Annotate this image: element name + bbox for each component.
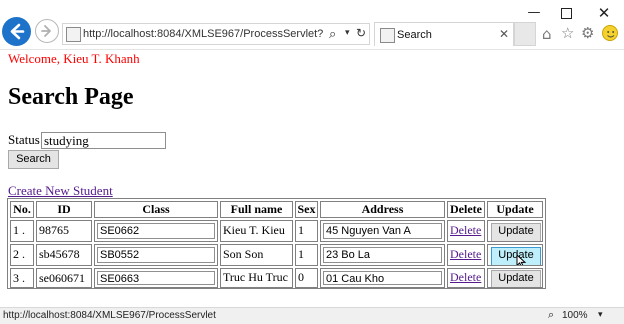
search-icon[interactable]: ⌕ <box>329 26 336 42</box>
search-button[interactable]: Search <box>8 150 59 169</box>
column-header-id: ID <box>36 201 92 218</box>
maximize-icon[interactable] <box>550 0 582 26</box>
table-row-1-id: 98765 <box>36 220 92 242</box>
table-row-1-address-input[interactable]: 45 Nguyen Van A <box>323 223 442 239</box>
zoom-level[interactable]: 100% <box>562 310 588 321</box>
new-tab-button[interactable] <box>514 22 536 46</box>
table-row-3-update-cell: Update <box>487 268 543 288</box>
table-row-2-no: 2 . <box>10 244 34 266</box>
column-header-address: Address <box>320 201 445 218</box>
page-title: Search Page <box>8 84 134 110</box>
forward-button[interactable] <box>35 19 59 43</box>
column-header-delete: Delete <box>447 201 485 218</box>
table-row-2-address-input[interactable]: 23 Bo La <box>323 247 442 263</box>
table-row-3-delete-cell: Delete <box>447 268 485 288</box>
address-bar[interactable]: http://localhost:8084/XMLSE967/ProcessSe… <box>62 23 370 45</box>
table-row-1-no: 1 . <box>10 220 34 242</box>
delete-link-row-1[interactable]: Delete <box>448 223 481 237</box>
table-row-1-fullname: Kieu T. Kieu <box>220 220 293 242</box>
zoom-icon[interactable]: ⌕ <box>548 309 554 322</box>
students-table: No. ID Class Full name Sex Address Delet… <box>7 198 546 289</box>
update-button-row-1[interactable]: Update <box>491 223 541 241</box>
status-bar: http://localhost:8084/XMLSE967/ProcessSe… <box>0 307 624 324</box>
table-row-1-update-cell: Update <box>487 220 543 242</box>
column-header-update: Update <box>487 201 543 218</box>
delete-link-row-2[interactable]: Delete <box>448 247 481 261</box>
window-close-icon[interactable]: ✕ <box>588 0 620 26</box>
home-icon[interactable]: ⌂ <box>542 25 552 43</box>
table-row-3-sex: 0 <box>295 268 318 288</box>
table-row-3-address-input[interactable]: 01 Cau Kho <box>323 271 442 285</box>
table-row-1-address-cell: 45 Nguyen Van A <box>320 220 445 242</box>
back-icon <box>10 23 25 40</box>
table-row-2-fullname: Son Son <box>220 244 293 266</box>
star-icon[interactable]: ☆ <box>561 24 574 42</box>
update-button-row-3[interactable]: Update <box>491 270 541 287</box>
column-header-class: Class <box>94 201 218 218</box>
refresh-icon[interactable]: ↻ <box>356 26 366 40</box>
create-student-link[interactable]: Create New Student <box>8 183 113 199</box>
column-header-no: No. <box>10 201 34 218</box>
page-favicon-icon <box>66 27 81 42</box>
table-row-2-class-cell: SB0552 <box>94 244 218 266</box>
table-row-2-address-cell: 23 Bo La <box>320 244 445 266</box>
delete-link-row-3[interactable]: Delete <box>448 270 481 284</box>
table-row-2-delete-cell: Delete <box>447 244 485 266</box>
table-row-1-class-input[interactable]: SE0662 <box>97 223 215 239</box>
table-row-3-no: 3 . <box>10 268 34 288</box>
table-row-3-class-cell: SE0663 <box>94 268 218 288</box>
status-url: http://localhost:8084/XMLSE967/ProcessSe… <box>3 310 216 321</box>
table-row-1-class-cell: SE0662 <box>94 220 218 242</box>
column-header-fullname: Full name <box>220 201 293 218</box>
tab-title: Search <box>397 29 432 41</box>
table-row-3-class-input[interactable]: SE0663 <box>97 271 215 285</box>
table-row-2-id: sb45678 <box>36 244 92 266</box>
back-button[interactable] <box>2 17 31 46</box>
table-row-3-fullname: Truc Hu Truc <box>220 268 293 288</box>
table-row-2-update-cell: Update <box>487 244 543 266</box>
browser-toolbar: — ✕ http://localhost:8084/XMLSE967/Proce… <box>0 0 624 50</box>
dropdown-icon[interactable]: ▾ <box>345 27 350 38</box>
status-label: Status <box>8 132 40 147</box>
welcome-message: Welcome, Kieu T. Khanh <box>8 51 140 66</box>
url-text: http://localhost:8084/XMLSE967/ProcessSe… <box>83 28 323 40</box>
column-header-sex: Sex <box>295 201 318 218</box>
zoom-dropdown-icon[interactable]: ▾ <box>598 309 603 320</box>
gear-icon[interactable]: ⚙ <box>581 24 594 42</box>
tab-favicon-icon <box>380 28 395 43</box>
status-input[interactable]: studying <box>41 132 166 149</box>
forward-icon <box>41 25 51 37</box>
table-row-2-sex: 1 <box>295 244 318 266</box>
table-row-1-delete-cell: Delete <box>447 220 485 242</box>
close-icon[interactable]: ✕ <box>499 27 509 41</box>
table-row-1-sex: 1 <box>295 220 318 242</box>
smiley-icon[interactable] <box>602 25 618 41</box>
table-row-3-address-cell: 01 Cau Kho <box>320 268 445 288</box>
mouse-cursor-icon <box>516 254 527 265</box>
table-row-2-class-input[interactable]: SB0552 <box>97 247 215 263</box>
table-row-3-id: se060671 <box>36 268 92 288</box>
tab-search[interactable]: Search ✕ <box>374 22 514 46</box>
